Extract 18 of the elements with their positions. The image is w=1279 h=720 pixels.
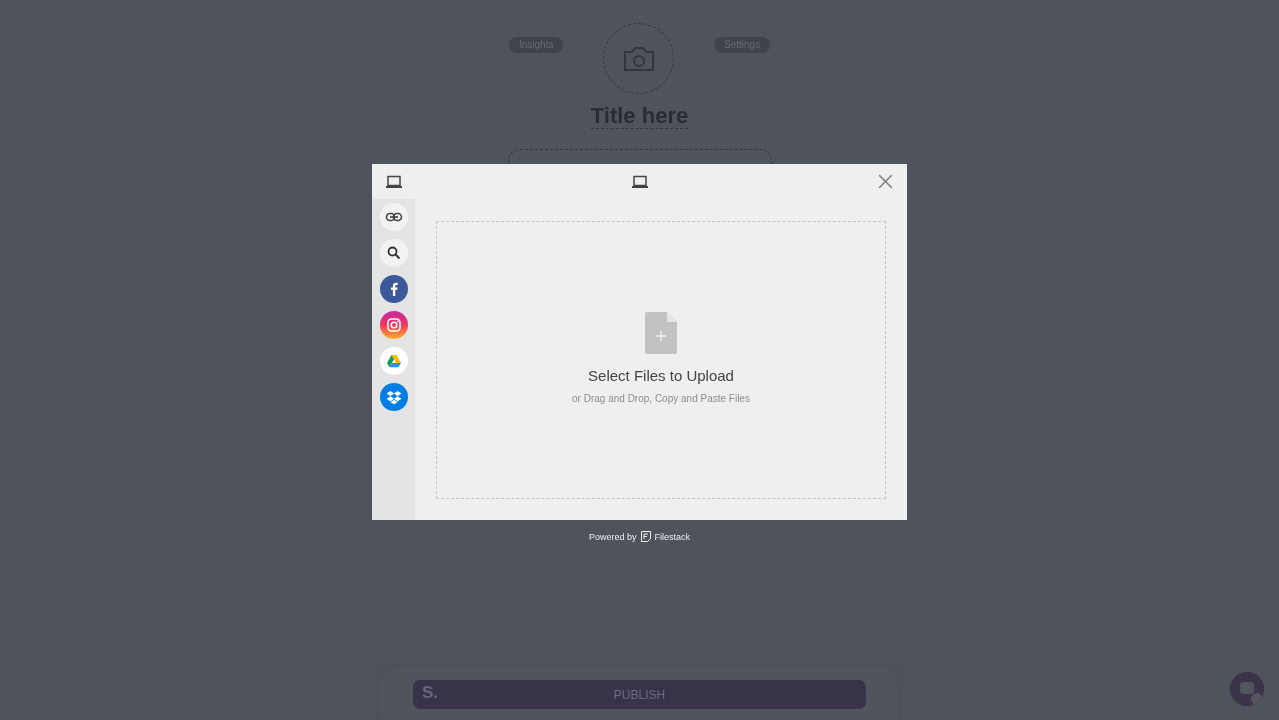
close-icon[interactable] bbox=[878, 174, 893, 189]
box-logo-icon[interactable] bbox=[379, 383, 408, 411]
search-icon[interactable] bbox=[379, 239, 408, 267]
upload-title: Select Files to Upload bbox=[588, 367, 734, 384]
f-logo-icon[interactable] bbox=[379, 275, 408, 303]
triangle-logo-icon[interactable] bbox=[379, 347, 408, 375]
camera-icon bbox=[622, 45, 655, 72]
brand-link[interactable]: Filestack bbox=[654, 531, 690, 542]
laptop-icon bbox=[632, 174, 648, 189]
publish-button[interactable]: PUBLISH bbox=[609, 685, 670, 704]
drop-zone[interactable]: Select Files to Upload or Drag and Drop, Copy and Paste Files bbox=[436, 221, 886, 499]
upload-hint: or Drag and Drop, Copy and Paste Files bbox=[572, 393, 750, 404]
camera-logo-icon[interactable] bbox=[379, 311, 408, 339]
link-icon[interactable] bbox=[379, 203, 408, 231]
laptop-icon[interactable] bbox=[386, 174, 402, 189]
file-plus-icon bbox=[645, 312, 677, 354]
f-logo-icon bbox=[640, 531, 651, 542]
powered-by-text: Powered by bbox=[588, 531, 637, 542]
